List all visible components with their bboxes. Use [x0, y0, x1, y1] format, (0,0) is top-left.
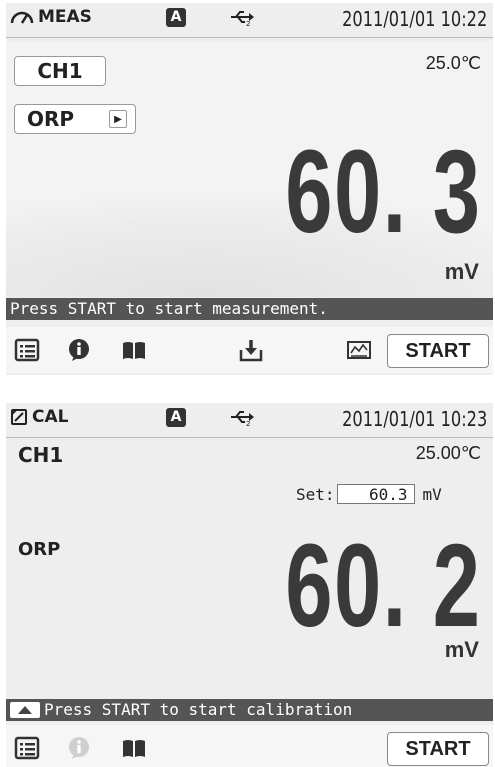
- graph-icon[interactable]: [346, 338, 372, 362]
- measurement-screen: MEAS A 2 2011/01/01 10:22 25.0℃ CH1 ORP …: [6, 3, 493, 375]
- status-divider: [6, 37, 493, 38]
- message-text: Press START to start calibration: [44, 700, 353, 719]
- message-bar: Press START to start measurement.: [6, 298, 493, 320]
- set-value-row: Set: 60.3 mV: [296, 484, 442, 504]
- list-icon[interactable]: [14, 736, 40, 760]
- message-bar: Press START to start calibration: [6, 699, 493, 721]
- toolbar: START: [6, 327, 493, 373]
- set-label: Set:: [296, 484, 335, 504]
- channel-button[interactable]: CH1: [14, 56, 106, 86]
- list-icon[interactable]: [14, 338, 40, 362]
- status-bar: MEAS A 2 2011/01/01 10:22: [6, 3, 493, 33]
- book-icon[interactable]: [121, 736, 147, 760]
- download-icon[interactable]: [238, 338, 264, 362]
- status-bar: CAL A 2 2011/01/01 10:23: [6, 403, 493, 433]
- gauge-icon: [10, 11, 34, 24]
- temperature-readout: 25.0℃: [425, 53, 481, 73]
- start-button[interactable]: START: [387, 334, 489, 368]
- info-icon: [69, 737, 89, 759]
- date-time: 2011/01/01 10:22: [341, 7, 487, 31]
- parameter-label: ORP: [27, 107, 75, 131]
- parameter-label: ORP: [18, 539, 61, 560]
- channel-label: CH1: [18, 443, 64, 467]
- message-text: Press START to start measurement.: [10, 299, 328, 318]
- parameter-button[interactable]: ORP ▶: [14, 104, 136, 134]
- calibration-icon: [11, 409, 27, 425]
- calibration-value: 60. 2: [284, 520, 481, 652]
- mode-indicator: MEAS: [10, 7, 92, 27]
- usb-icon: 2: [231, 411, 254, 427]
- measurement-unit: mV: [444, 259, 479, 284]
- date-time: 2011/01/01 10:23: [341, 407, 487, 431]
- status-divider: [6, 437, 493, 438]
- usb-icon: 2: [231, 11, 254, 27]
- svg-text:2: 2: [246, 420, 250, 427]
- start-button[interactable]: START: [387, 732, 489, 766]
- calibration-unit: mV: [444, 637, 479, 662]
- mode-label: MEAS: [38, 7, 92, 27]
- auto-hold-badge: A: [166, 408, 186, 427]
- toolbar: START: [6, 725, 493, 767]
- set-value-field[interactable]: 60.3: [336, 484, 415, 504]
- play-arrow-icon: ▶: [109, 110, 127, 128]
- info-icon[interactable]: [66, 338, 92, 362]
- measurement-value: 60. 3: [284, 126, 481, 258]
- scroll-up-icon[interactable]: [10, 702, 40, 718]
- temperature-readout: 25.00℃: [415, 443, 481, 463]
- set-unit: mV: [422, 484, 442, 504]
- calibration-screen: CAL A 2 2011/01/01 10:23 CH1 25.00℃ Set:…: [6, 403, 493, 767]
- mode-label: CAL: [32, 407, 69, 427]
- book-icon[interactable]: [121, 338, 147, 362]
- mode-indicator: CAL: [10, 407, 68, 427]
- svg-text:2: 2: [246, 20, 250, 27]
- auto-hold-badge: A: [166, 8, 186, 27]
